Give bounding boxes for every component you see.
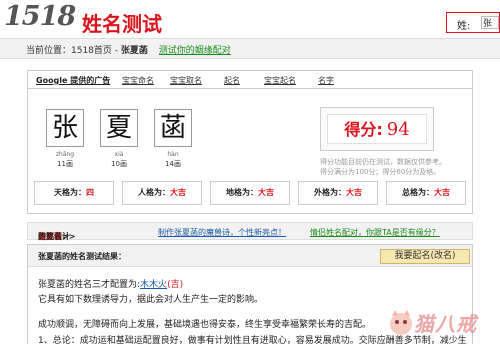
watermark-logo: 猫八戒 — [384, 296, 500, 344]
name-char-1-strokes: 11画 — [57, 160, 73, 168]
grid-wai: 外格为：大吉 — [298, 181, 378, 205]
google-ads-label[interactable]: Google 提供的广告 — [36, 75, 110, 86]
grid-ren-value: 大吉 — [170, 188, 186, 197]
score-value: 94 — [386, 119, 410, 140]
result-title: 张夏菡的姓名测试结果： — [38, 252, 126, 261]
name-char-3: 菡 — [154, 109, 192, 147]
couple-match-link[interactable]: 情侣姓名配对，你跟TA是否有缘分？ — [310, 227, 440, 238]
score-box: 得分: 94 — [320, 107, 434, 151]
grid-ren-label: 人格为： — [138, 188, 170, 197]
grid-zong-value: 大吉 — [434, 188, 450, 197]
score-note-line-2: 得分满分为100分；得分60分为及格。 — [320, 168, 441, 176]
ad-link-naming[interactable]: 起名 — [224, 75, 240, 86]
grid-di-label: 地格为： — [226, 188, 258, 197]
sancai-value-link[interactable]: 木木火 — [140, 280, 167, 290]
marriage-match-link[interactable]: 测试你的姻缘配对 — [159, 46, 231, 56]
site-logo-number[interactable]: 1518 — [4, 1, 76, 32]
promo-link-bar: 点此设计 张夏菡 的签名>> 制作张夏菡的魔兽诗，个性新亮点！ 情侣姓名配对，你跟T… — [27, 222, 473, 241]
result-line-2: 它具有如下数理诱导力，据此会对人生产生一定的影响。 — [38, 295, 264, 305]
cat-icon — [390, 310, 412, 335]
surname-label: 姓: — [457, 21, 471, 32]
grid-tian-label: 天格为： — [54, 188, 86, 197]
rename-button[interactable]: 我要起名(改名) — [380, 249, 470, 264]
result-line-3: 成功顺调，无障碍而向上发展，基础境遇也得安泰，终生享受幸福繁荣长寿的吉配。 — [38, 320, 372, 330]
site-header: 1518 姓名测试 姓: — [0, 0, 500, 38]
ad-links-bar: Google 提供的广告 宝宝命名 宝宝取名 起名 宝宝起名 名字 — [28, 71, 472, 89]
result-header: 张夏菡的姓名测试结果： 我要起名(改名) — [28, 245, 472, 267]
grid-wai-value: 大吉 — [346, 188, 362, 197]
ad-link-baby-name-start[interactable]: 宝宝起名 — [264, 75, 296, 86]
grid-wai-label: 外格为： — [314, 188, 346, 197]
name-char-2-strokes: 10画 — [111, 160, 127, 168]
grid-tian-value: 四 — [86, 188, 94, 197]
name-char-2: 夏 — [100, 109, 138, 147]
name-char-1-pinyin: zhāng — [55, 151, 75, 158]
score-label: 得分: — [344, 120, 383, 139]
ad-link-baby-naming[interactable]: 宝宝命名 — [122, 75, 154, 86]
ad-link-name[interactable]: 名字 — [318, 75, 334, 86]
make-poem-link[interactable]: 制作张夏菡的魔兽诗，个性新亮点！ — [158, 227, 286, 238]
site-logo-title[interactable]: 姓名测试 — [82, 8, 162, 37]
watermark-text: 猫八戒 — [414, 312, 477, 336]
breadcrumb: 当前位置：1518首页 - 张夏菡 测试你的姻缘配对 — [0, 38, 500, 59]
score-note-line-1: 得分功能目前仍在测试，数据仅供参考。 — [320, 158, 446, 166]
name-char-3-pinyin: hàn — [167, 151, 179, 158]
sancai-luck: (吉) — [167, 280, 184, 290]
grid-di-value: 大吉 — [258, 188, 274, 197]
breadcrumb-prefix: 当前位置：1518首页 - — [26, 46, 119, 56]
name-char-2-pinyin: xià — [114, 151, 124, 158]
breadcrumb-current: 张夏菡 — [120, 46, 148, 56]
surname-input[interactable] — [481, 16, 499, 29]
five-grid-row: 天格为：四 人格为：大吉 地格为：大吉 外格为：大吉 总格为：大吉 — [34, 181, 466, 205]
surname-search-box: 姓: — [446, 12, 500, 33]
ad-link-baby-name-pick[interactable]: 宝宝取名 — [170, 75, 202, 86]
name-char-3-strokes: 14画 — [165, 160, 181, 168]
grid-zong-label: 总格为： — [402, 188, 434, 197]
name-char-1: 张 — [46, 109, 84, 147]
design-signature-suffix: 的签名>> — [38, 232, 76, 241]
grid-di: 地格为：大吉 — [210, 181, 290, 205]
grid-ren: 人格为：大吉 — [122, 181, 202, 205]
name-analysis-panel: Google 提供的广告 宝宝命名 宝宝取名 起名 宝宝起名 名字 张 zhān… — [27, 70, 473, 214]
score-display: 得分: 94 — [327, 114, 427, 144]
sancai-line: 张夏菡的姓名三才配置为:木木火(吉) — [38, 277, 183, 290]
grid-zong: 总格为：大吉 — [386, 181, 466, 205]
grid-tian: 天格为：四 — [34, 181, 114, 205]
sancai-prefix: 张夏菡的姓名三才配置为: — [38, 280, 141, 290]
